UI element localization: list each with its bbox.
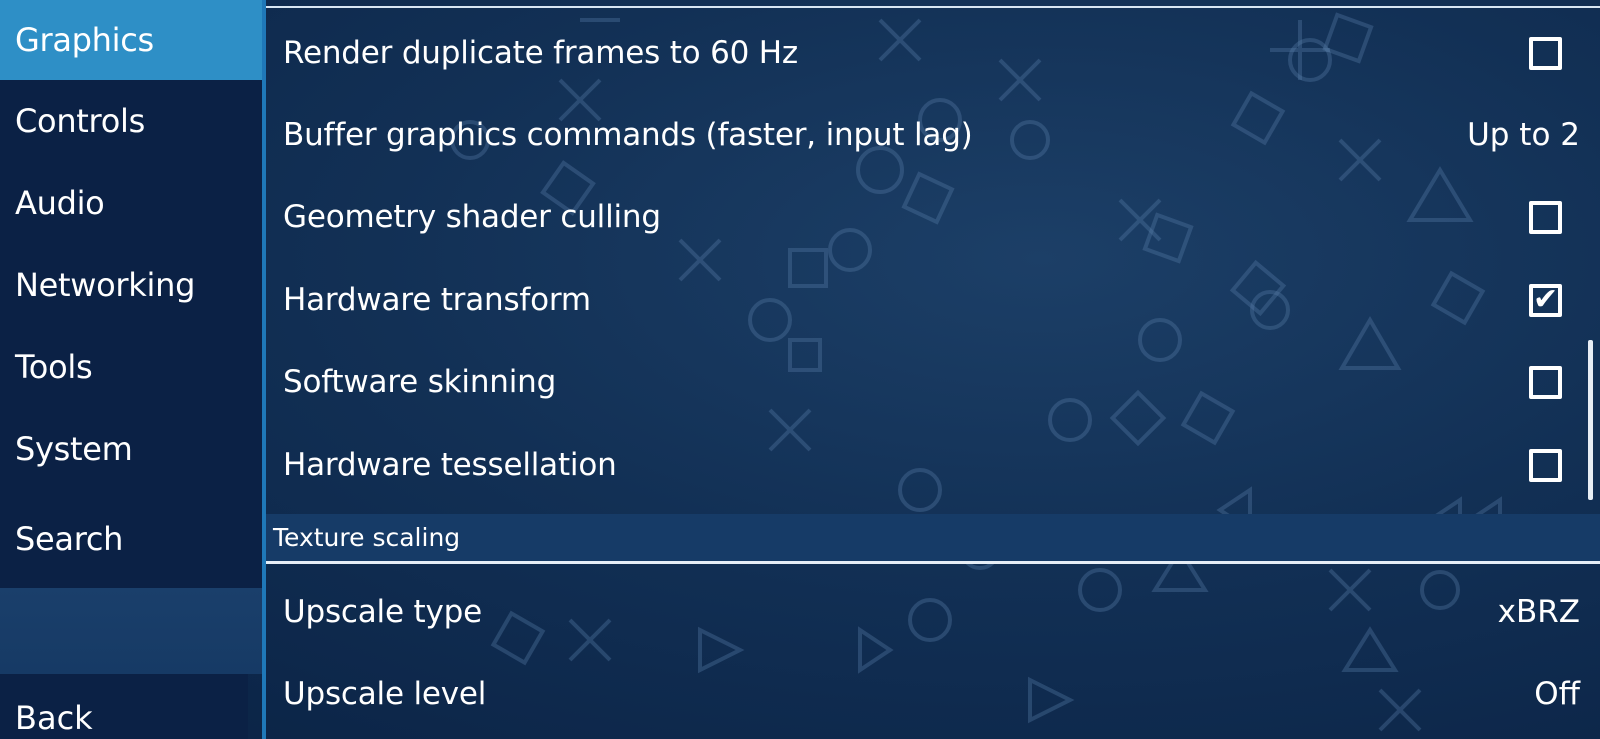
sidebar-spacer <box>0 588 262 674</box>
checkbox-unchecked[interactable] <box>1529 365 1562 399</box>
sidebar-item-graphics[interactable]: Graphics <box>0 0 262 80</box>
sidebar-item-label: Tools <box>15 348 93 386</box>
setting-label: Upscale type <box>283 594 482 630</box>
setting-label: Hardware transform <box>283 282 591 318</box>
checkbox-unchecked[interactable] <box>1529 36 1562 70</box>
top-divider <box>266 6 1600 8</box>
setting-label: Render duplicate frames to 60 Hz <box>283 35 798 71</box>
sidebar-item-networking[interactable]: Networking <box>0 244 262 326</box>
setting-geometry-shader-culling[interactable]: Geometry shader culling <box>266 175 1600 259</box>
setting-label: Geometry shader culling <box>283 199 661 235</box>
setting-software-skinning[interactable]: Software skinning <box>266 340 1600 424</box>
setting-value: xBRZ <box>1497 594 1580 630</box>
sidebar-divider <box>262 0 266 739</box>
checkbox-checked[interactable]: ✔ <box>1529 282 1562 317</box>
setting-label: Hardware tessellation <box>283 447 617 483</box>
sidebar-item-label: Networking <box>15 266 196 304</box>
back-button[interactable]: Back <box>0 674 248 739</box>
setting-upscale-type[interactable]: Upscale type xBRZ <box>266 570 1600 654</box>
sidebar-item-label: Audio <box>15 184 105 222</box>
sidebar-item-search[interactable]: Search <box>0 490 262 588</box>
sidebar-item-label: System <box>15 430 133 468</box>
setting-value: Off <box>1534 676 1580 712</box>
sidebar-item-label: Controls <box>15 102 145 140</box>
sidebar-item-system[interactable]: System <box>0 408 262 490</box>
scrollbar[interactable] <box>1588 340 1593 500</box>
back-label: Back <box>15 699 93 737</box>
sidebar-item-tools[interactable]: Tools <box>0 326 262 408</box>
setting-buffer-graphics-commands[interactable]: Buffer graphics commands (faster, input … <box>266 93 1600 177</box>
setting-label: Software skinning <box>283 364 557 400</box>
setting-hardware-transform[interactable]: Hardware transform ✔ <box>266 258 1600 342</box>
setting-hardware-tessellation[interactable]: Hardware tessellation <box>266 423 1600 507</box>
checkbox-unchecked[interactable] <box>1529 448 1562 482</box>
setting-value: Up to 2 <box>1467 117 1580 153</box>
sidebar-item-label: Search <box>15 520 124 558</box>
setting-label: Upscale level <box>283 676 487 712</box>
section-header-label: Texture scaling <box>273 523 461 552</box>
checkmark-icon: ✔ <box>1532 282 1559 317</box>
sidebar-item-audio[interactable]: Audio <box>0 162 262 244</box>
setting-render-duplicate-frames[interactable]: Render duplicate frames to 60 Hz <box>266 11 1600 95</box>
sidebar-item-label: Graphics <box>15 21 154 59</box>
setting-label: Buffer graphics commands (faster, input … <box>283 117 973 153</box>
setting-upscale-level[interactable]: Upscale level Off <box>266 652 1600 736</box>
section-header-texture-scaling: Texture scaling <box>266 514 1600 564</box>
sidebar-item-controls[interactable]: Controls <box>0 80 262 162</box>
settings-panel: Render duplicate frames to 60 Hz Buffer … <box>266 0 1600 739</box>
checkbox-unchecked[interactable] <box>1529 200 1562 234</box>
sidebar: Graphics Controls Audio Networking Tools… <box>0 0 262 739</box>
